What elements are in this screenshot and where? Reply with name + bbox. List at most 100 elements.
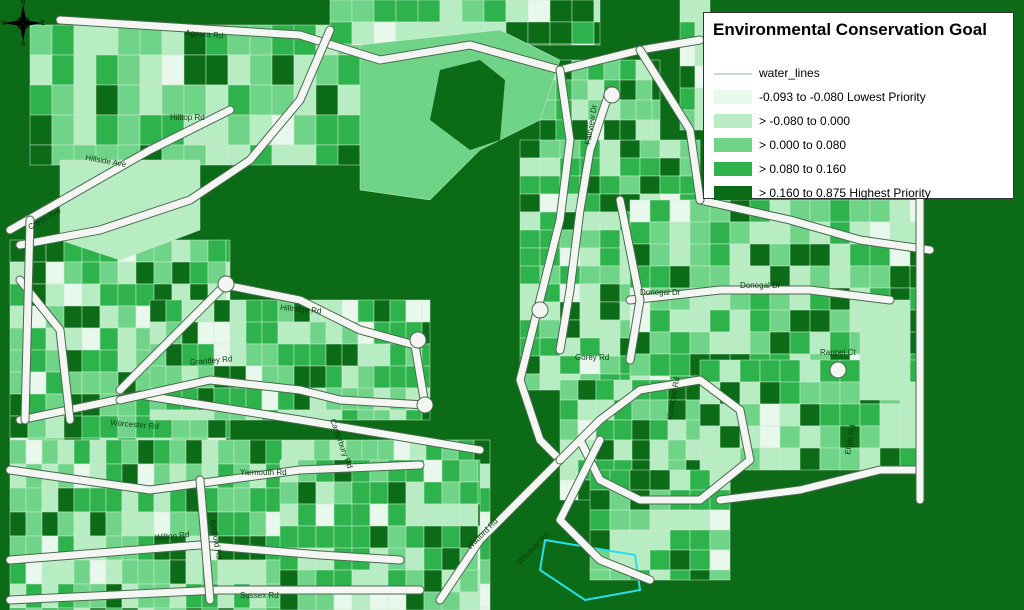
parcel [81, 415, 101, 439]
parcel [659, 157, 681, 177]
parcel [759, 359, 781, 383]
parcel [99, 283, 119, 307]
parcel [649, 529, 671, 551]
parcel [595, 379, 615, 401]
parcel [629, 469, 651, 491]
cul-de-sac [217, 275, 235, 293]
parcel [839, 403, 861, 427]
parcel [117, 437, 137, 441]
parcel [297, 503, 317, 527]
parcel [351, 591, 371, 610]
parcel [117, 114, 141, 146]
parcel [729, 243, 751, 267]
parcel [689, 469, 711, 491]
parcel [527, 21, 551, 45]
parcel [809, 309, 831, 333]
parcel [73, 511, 91, 537]
parcel [527, 43, 551, 46]
parcel [315, 591, 335, 610]
parcel [649, 265, 671, 289]
parcel [629, 221, 651, 245]
parcel [89, 439, 107, 465]
parcel [357, 365, 375, 389]
parcel [667, 419, 687, 441]
parcel [709, 331, 731, 355]
parcel [205, 54, 229, 86]
parcel [609, 529, 631, 551]
parcel [477, 503, 481, 527]
parcel [81, 327, 101, 351]
parcel [9, 487, 27, 513]
parcel [277, 321, 295, 345]
parcel [189, 239, 209, 263]
parcel [651, 99, 661, 121]
parcel [519, 265, 541, 285]
parcel [829, 265, 851, 289]
parcel [373, 21, 397, 45]
parcel [631, 399, 651, 421]
parcel [387, 591, 407, 610]
parcel [9, 437, 29, 441]
parcel [153, 439, 171, 465]
parcel [105, 511, 123, 537]
parcel [105, 487, 123, 513]
parcel [279, 525, 299, 549]
parcel [389, 365, 407, 389]
parcel [519, 139, 541, 159]
parcel [579, 247, 601, 267]
parcel [699, 425, 721, 449]
parcel [559, 399, 579, 421]
parcel [405, 503, 425, 527]
parcel [309, 321, 327, 345]
parcel [729, 309, 751, 333]
parcel [689, 243, 711, 267]
parcel-light [859, 299, 911, 401]
parcel [879, 403, 901, 427]
legend-class-label: > 0.000 to 0.080 [759, 138, 847, 152]
parcel [669, 353, 691, 377]
parcel [483, 0, 507, 23]
parcel [649, 221, 671, 245]
parcel [99, 437, 119, 441]
parcel [603, 119, 621, 141]
parcel [389, 299, 407, 323]
parcel [439, 0, 463, 23]
legend-row-water-lines: water_lines [714, 64, 820, 82]
parcel [117, 54, 141, 86]
parcel [649, 549, 671, 571]
parcel [729, 331, 751, 355]
parcel [225, 437, 231, 441]
parcel [889, 265, 911, 289]
parcel [613, 419, 633, 441]
parcel [249, 511, 267, 537]
parcel [779, 381, 801, 405]
parcel [387, 525, 407, 549]
parcel [57, 439, 75, 465]
parcel [81, 305, 101, 329]
parcel [417, 0, 441, 23]
parcel [669, 221, 691, 245]
legend-row-class-2: > -0.080 to 0.000 [714, 112, 850, 130]
parcel [539, 373, 561, 391]
parcel [81, 371, 101, 395]
parcel [315, 114, 339, 146]
parcel [599, 175, 621, 195]
parcel [185, 559, 203, 585]
road-label: Hilltop Rd [170, 113, 205, 122]
parcel [369, 481, 389, 505]
parcel [169, 559, 187, 585]
parcel [639, 175, 661, 195]
parcel [739, 359, 761, 383]
parcel [171, 239, 191, 263]
parcel [749, 331, 771, 355]
parcel [679, 65, 696, 89]
map-canvas[interactable]: Agoura Rd Hilltop Rd Hillside Ave Cross Ave… [0, 0, 1024, 610]
parcel [373, 0, 397, 23]
parcel [629, 529, 651, 551]
cul-de-sac [416, 396, 434, 414]
parcel [709, 243, 731, 267]
parcel [579, 265, 601, 285]
parcel [423, 459, 443, 483]
parcel [171, 261, 191, 285]
parcel [373, 409, 391, 421]
